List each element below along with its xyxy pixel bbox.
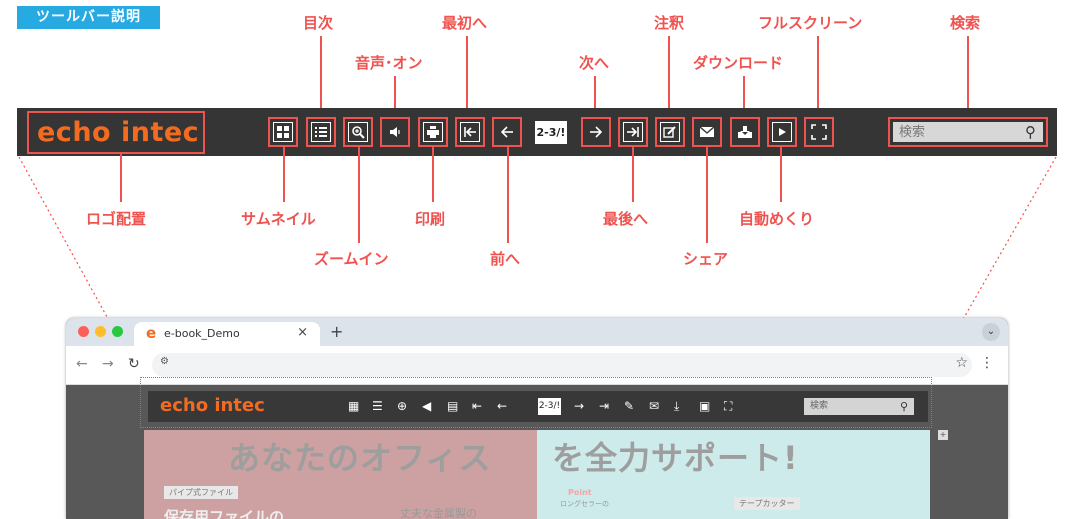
subtext-left: 保存用ファイルの: [164, 508, 285, 519]
category-left: パイプ式ファイル: [164, 486, 238, 499]
point-badge: Point: [568, 488, 592, 497]
back-icon[interactable]: ←: [76, 356, 88, 372]
subtext-mid: 丈夫な金属製の: [400, 507, 477, 519]
minimize-window-button[interactable]: [95, 326, 106, 337]
toolbar-highlight: [140, 377, 932, 428]
tab-title: e-book_Demo: [164, 327, 240, 340]
point-sub: ロングセラーの: [560, 500, 609, 508]
tab-bar: e e-book_Demo × + ⌄: [66, 318, 1008, 346]
tab-list-icon[interactable]: ⌄: [982, 323, 1000, 341]
expand-icon[interactable]: +: [938, 430, 948, 440]
new-tab-button[interactable]: +: [330, 322, 343, 341]
maximize-window-button[interactable]: [112, 326, 123, 337]
bookmark-star-icon[interactable]: ☆: [955, 355, 968, 371]
category-right: テープカッター: [734, 497, 800, 510]
menu-icon[interactable]: ⋮: [980, 355, 994, 371]
site-info-icon[interactable]: ⚙: [160, 356, 169, 367]
tab-close-icon[interactable]: ×: [297, 325, 308, 340]
favicon-icon: e: [146, 324, 157, 342]
forward-icon[interactable]: →: [102, 356, 114, 372]
headline-left: あなたのオフィス: [228, 439, 492, 477]
browser-tab[interactable]: e e-book_Demo ×: [134, 322, 320, 346]
reload-icon[interactable]: ↻: [128, 356, 140, 372]
headline-right: を全力サポート!: [552, 439, 799, 477]
url-field[interactable]: ⚙: [152, 353, 972, 377]
close-window-button[interactable]: [78, 326, 89, 337]
